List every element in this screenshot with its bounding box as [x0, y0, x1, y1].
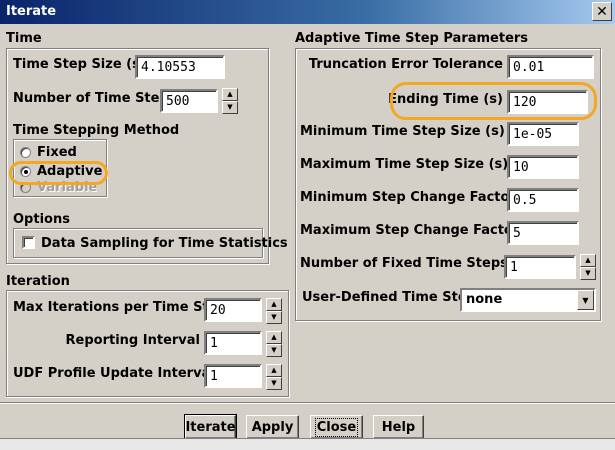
- close-button-label: Close: [314, 417, 359, 437]
- user-defined-time-step-select[interactable]: none ▼: [460, 288, 596, 312]
- spin-down-icon[interactable]: ▼: [266, 311, 282, 324]
- number-of-time-steps-label: Number of Time Steps: [13, 91, 177, 106]
- spin-up-icon[interactable]: ▲: [222, 88, 238, 101]
- max-time-step-size-input[interactable]: 10: [507, 155, 579, 179]
- iterate-button[interactable]: Iterate: [184, 414, 237, 440]
- spin-up-icon[interactable]: ▲: [266, 364, 282, 377]
- close-icon: ✕: [596, 3, 608, 20]
- reporting-interval-spinner[interactable]: ▲ ▼: [266, 331, 282, 357]
- number-of-fixed-time-steps-input[interactable]: 1: [504, 255, 576, 279]
- time-section-title: Time: [6, 31, 42, 46]
- user-defined-time-step-value: none: [466, 292, 503, 307]
- min-step-change-factor-label: Minimum Step Change Factor: [300, 190, 516, 205]
- max-step-change-factor-label: Maximum Step Change Factor: [300, 223, 520, 238]
- user-defined-time-step-label: User-Defined Time Step: [302, 290, 476, 305]
- time-step-size-input[interactable]: 4.10553: [135, 55, 225, 79]
- spin-down-icon[interactable]: ▼: [222, 101, 238, 114]
- number-of-fixed-time-steps-spinner[interactable]: ▲ ▼: [580, 254, 596, 280]
- min-time-step-size-input[interactable]: 1e-05: [507, 122, 579, 146]
- max-step-change-factor-input[interactable]: 5: [507, 221, 579, 245]
- close-button[interactable]: Close: [310, 415, 363, 439]
- number-of-time-steps-spinner[interactable]: ▲ ▼: [222, 88, 238, 114]
- min-time-step-size-label: Minimum Time Step Size (s): [300, 124, 505, 139]
- radio-adaptive[interactable]: Adaptive: [20, 164, 102, 179]
- reporting-interval-input[interactable]: 1: [204, 331, 262, 355]
- radio-variable-label: Variable: [37, 181, 98, 193]
- reporting-interval-label: Reporting Interval: [65, 333, 200, 348]
- radio-variable[interactable]: Variable: [20, 181, 97, 193]
- radio-fixed-label: Fixed: [37, 145, 77, 160]
- udf-profile-update-interval-input[interactable]: 1: [204, 364, 262, 388]
- chevron-down-icon[interactable]: ▼: [577, 290, 594, 310]
- radio-adaptive-indicator[interactable]: [20, 166, 31, 177]
- options-title: Options: [13, 212, 70, 227]
- iterate-button-label: Iterate: [185, 419, 236, 435]
- udf-profile-update-interval-label: UDF Profile Update Interval: [13, 366, 215, 381]
- time-stepping-method-title: Time Stepping Method: [13, 123, 180, 138]
- spin-up-icon[interactable]: ▲: [580, 254, 596, 267]
- truncation-error-tolerance-label: Truncation Error Tolerance: [308, 57, 503, 72]
- help-button[interactable]: Help: [373, 415, 424, 439]
- spin-up-icon[interactable]: ▲: [266, 298, 282, 311]
- ending-time-label: Ending Time (s): [388, 92, 503, 107]
- iteration-section-title: Iteration: [6, 274, 70, 289]
- max-time-step-size-label: Maximum Time Step Size (s): [300, 157, 509, 172]
- min-step-change-factor-input[interactable]: 0.5: [507, 188, 579, 212]
- window-title: Iterate: [6, 4, 57, 19]
- spin-down-icon[interactable]: ▼: [580, 267, 596, 280]
- apply-button[interactable]: Apply: [246, 415, 299, 439]
- radio-variable-indicator[interactable]: [20, 181, 31, 193]
- data-sampling-label: Data Sampling for Time Statistics: [41, 236, 288, 251]
- spin-down-icon[interactable]: ▼: [266, 344, 282, 357]
- status-strip: [0, 438, 615, 450]
- spin-down-icon[interactable]: ▼: [266, 377, 282, 390]
- number-of-fixed-time-steps-label: Number of Fixed Time Steps: [300, 256, 508, 271]
- divider: [0, 402, 615, 404]
- radio-fixed[interactable]: Fixed: [20, 145, 77, 160]
- adaptive-groupbox: [295, 48, 601, 321]
- max-iterations-spinner[interactable]: ▲ ▼: [266, 298, 282, 324]
- radio-fixed-indicator[interactable]: [20, 147, 31, 158]
- number-of-time-steps-input[interactable]: 500: [160, 89, 218, 113]
- udf-profile-update-interval-spinner[interactable]: ▲ ▼: [266, 364, 282, 390]
- max-iterations-label: Max Iterations per Time Step: [13, 300, 227, 315]
- help-button-label: Help: [381, 419, 416, 435]
- max-iterations-input[interactable]: 20: [204, 298, 262, 322]
- apply-button-label: Apply: [251, 419, 294, 435]
- ending-time-input[interactable]: 120: [507, 90, 588, 114]
- truncation-error-tolerance-input[interactable]: 0.01: [507, 55, 594, 79]
- adaptive-section-title: Adaptive Time Step Parameters: [295, 31, 529, 46]
- title-bar: Iterate ✕: [0, 0, 615, 24]
- radio-adaptive-label: Adaptive: [37, 164, 103, 179]
- spin-up-icon[interactable]: ▲: [266, 331, 282, 344]
- close-window-button[interactable]: ✕: [592, 2, 612, 21]
- time-step-size-label: Time Step Size (s): [13, 57, 146, 72]
- data-sampling-checkbox[interactable]: [22, 236, 35, 249]
